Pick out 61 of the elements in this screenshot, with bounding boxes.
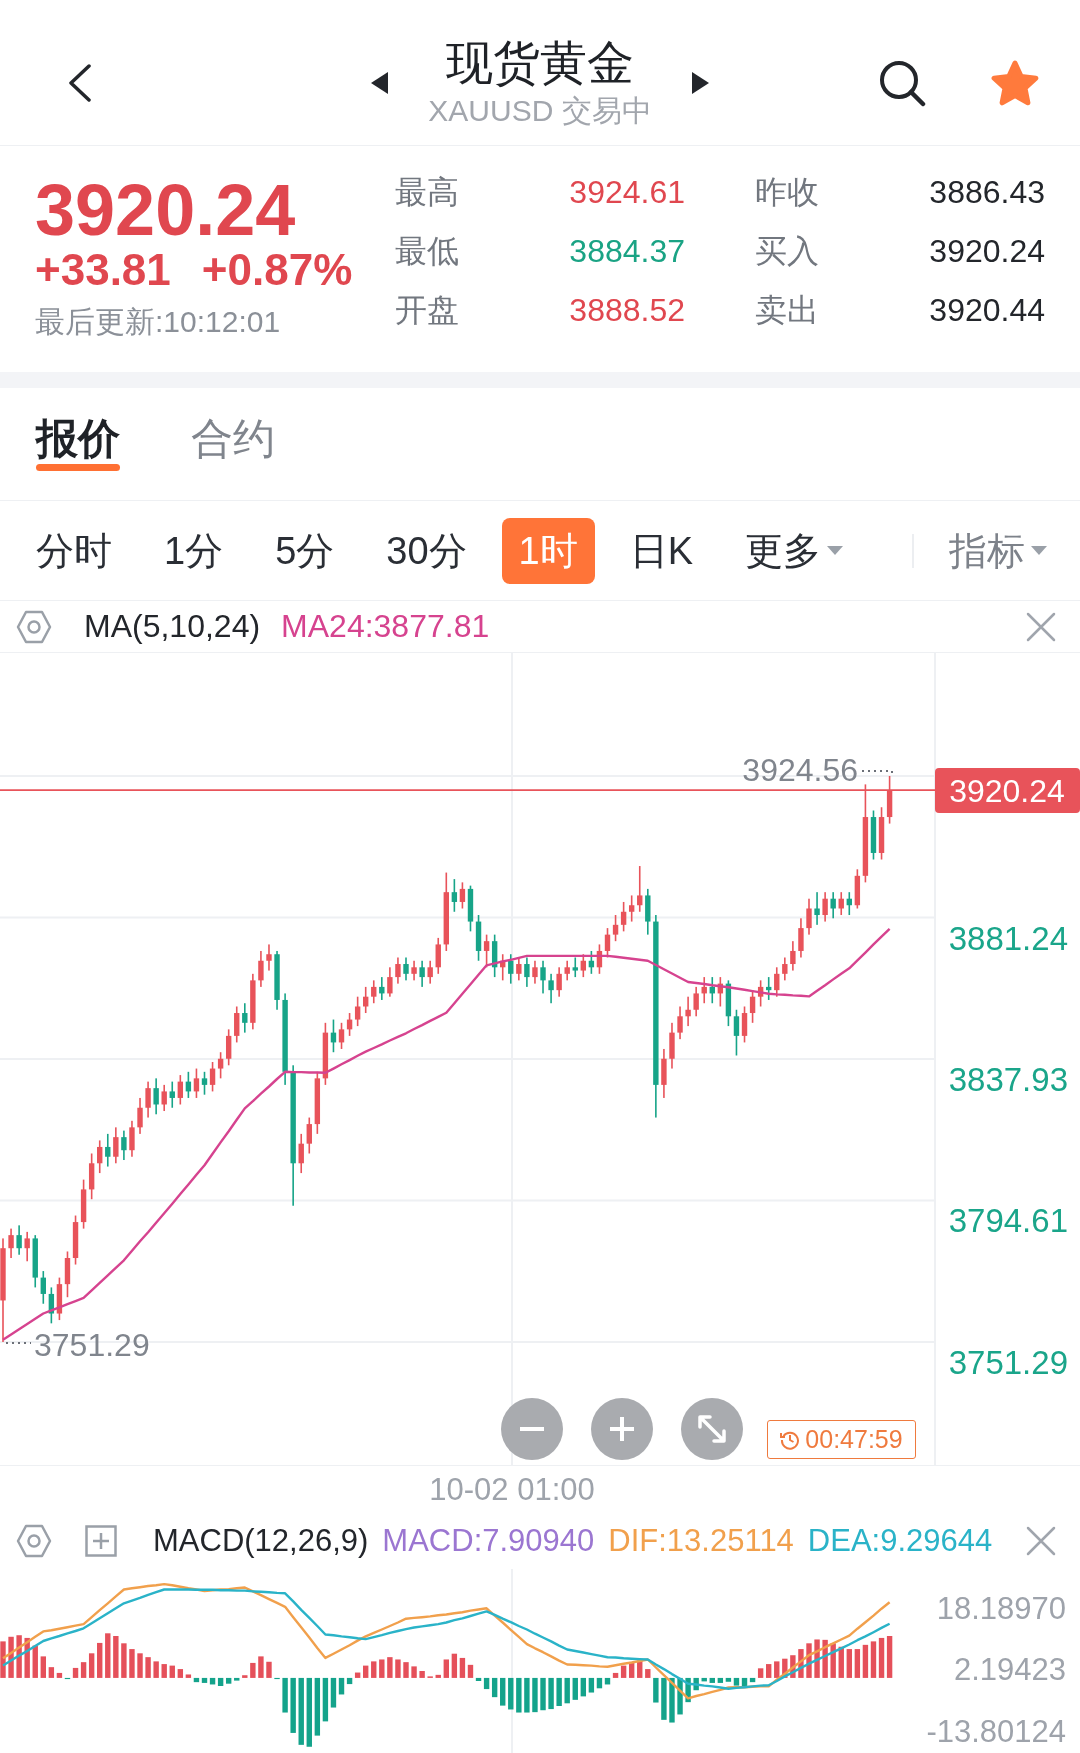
stat-value: 3920.44 bbox=[929, 292, 1045, 329]
stat-value: 3884.37 bbox=[569, 233, 685, 270]
high-price-label: 3924.56 bbox=[742, 752, 858, 788]
page-subtitle: XAUUSD 交易中 bbox=[428, 92, 652, 129]
stat-label: 最高 bbox=[395, 172, 459, 212]
axis-label: 3881.24 bbox=[948, 919, 1068, 957]
stat-value: 3924.61 bbox=[569, 174, 685, 211]
period-tab[interactable]: 30分 bbox=[369, 517, 484, 584]
update-time: 最后更新:10:12:01 bbox=[35, 305, 282, 339]
indicator-value: MACD:7.90940 bbox=[382, 1523, 595, 1559]
plus-icon bbox=[610, 1417, 634, 1441]
period-tab[interactable]: 分时 bbox=[19, 517, 129, 584]
period-tab[interactable]: 1分 bbox=[147, 517, 241, 584]
add-icon[interactable] bbox=[85, 1525, 117, 1557]
clock-icon bbox=[780, 1429, 801, 1450]
stat-label: 买入 bbox=[755, 231, 819, 271]
page-title: 现货黄金 bbox=[446, 36, 634, 89]
stat-label: 最低 bbox=[395, 231, 459, 271]
percent-change: +0.87% bbox=[201, 248, 353, 292]
chevron-left-icon[interactable] bbox=[68, 63, 92, 102]
leader-line bbox=[861, 770, 893, 776]
indicator-value: MA24:3877.81 bbox=[281, 608, 490, 645]
axis-label: -13.80124 bbox=[926, 1714, 1066, 1749]
indicator-value: DIF:13.25114 bbox=[608, 1523, 794, 1559]
countdown-text: 00:47:59 bbox=[805, 1425, 903, 1454]
triangle-left-icon[interactable] bbox=[371, 71, 389, 94]
triangle-right-icon[interactable] bbox=[691, 71, 709, 94]
stat-label: 昨收 bbox=[755, 172, 819, 212]
price-change: +33.81 bbox=[35, 248, 171, 292]
expand-arrows-icon bbox=[698, 1415, 726, 1443]
axis-label: 3794.61 bbox=[948, 1202, 1068, 1240]
period-tab[interactable]: 日K bbox=[612, 517, 711, 584]
settings-icon[interactable] bbox=[16, 608, 52, 645]
ref-line-label: 3920.24 bbox=[949, 773, 1065, 810]
stat-value: 3920.24 bbox=[929, 233, 1045, 270]
low-price-label: 3751.29 bbox=[34, 1327, 150, 1363]
minus-icon bbox=[520, 1427, 544, 1431]
period-tab[interactable]: 5分 bbox=[258, 517, 352, 584]
axis-label: 3751.29 bbox=[948, 1344, 1068, 1381]
indicator-label: MACD(12,26,9) bbox=[153, 1523, 369, 1559]
time-axis-label: 10-02 01:00 bbox=[429, 1471, 595, 1508]
axis-label: 18.18970 bbox=[936, 1590, 1066, 1626]
detail-tab[interactable]: 合约 bbox=[191, 404, 275, 471]
close-icon[interactable] bbox=[1026, 611, 1056, 642]
current-price-tag: 3920.24 bbox=[935, 768, 1080, 814]
indicator-menu[interactable]: 指标 bbox=[932, 517, 1047, 584]
settings-icon[interactable] bbox=[16, 1523, 52, 1559]
stat-label: 卖出 bbox=[755, 290, 819, 330]
search-icon[interactable] bbox=[878, 58, 926, 107]
indicator-value: DEA:9.29644 bbox=[807, 1523, 993, 1559]
stat-label: 开盘 bbox=[395, 290, 459, 330]
close-icon[interactable] bbox=[1026, 1526, 1056, 1556]
detail-tab[interactable]: 报价 bbox=[36, 404, 120, 471]
stat-value: 3888.52 bbox=[569, 292, 685, 329]
period-tab[interactable]: 更多 bbox=[728, 517, 861, 584]
leader-line bbox=[5, 1342, 32, 1344]
axis-label: 2.19423 bbox=[953, 1652, 1066, 1688]
last-price: 3920.24 bbox=[35, 172, 297, 248]
axis-label: 3837.93 bbox=[948, 1061, 1068, 1098]
indicator-label: MA(5,10,24) bbox=[84, 608, 261, 645]
stat-value: 3886.43 bbox=[929, 174, 1045, 211]
